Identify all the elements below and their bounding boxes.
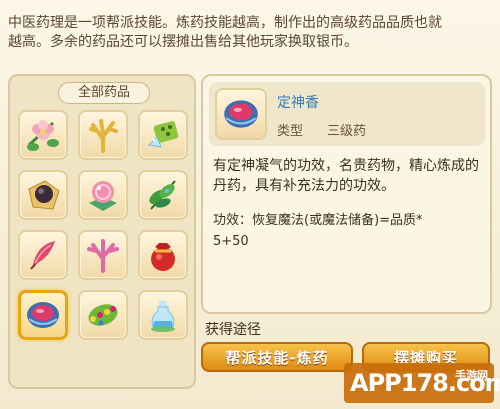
inventory-slot-2[interactable] [78, 110, 128, 160]
green-leaves-icon [149, 180, 176, 210]
inventory-slot-7[interactable] [18, 230, 68, 280]
intro-line-2: 越高。多余的药品还可以摆摊出售给其他玩家换取银币。 [8, 34, 358, 50]
item-effect: 功效：恢复魔法(或魔法储备)=品质* 5+50 [213, 210, 483, 252]
inventory-grid: 全部药品 [8, 74, 196, 389]
watermark-logo: APP178.com 手游网 [344, 363, 500, 403]
flower-icon [27, 120, 59, 151]
inventory-slot-12[interactable] [138, 290, 188, 340]
inventory-slot-5[interactable] [78, 170, 128, 220]
potion-bottle-icon [151, 301, 175, 332]
item-effect-line-2: 5+50 [213, 234, 249, 249]
inventory-slot-4[interactable] [18, 170, 68, 220]
inventory-slot-9[interactable] [138, 230, 188, 280]
incense-bowl-icon [224, 100, 258, 128]
item-type-value: 三级药 [327, 124, 367, 139]
inventory-slot-11[interactable] [78, 290, 128, 340]
pink-coral-icon [87, 239, 119, 273]
guild-skill-alchemy-button[interactable]: 帮派技能-炼药 [201, 342, 353, 372]
jade-box-icon [147, 121, 179, 148]
medicine-panel: 中医药理是一项帮派技能。炼药技能越高，制作出的高级药品品质也就 越高。多余的药品… [0, 0, 500, 409]
inventory-slot-1[interactable] [18, 110, 68, 160]
inventory-slot-3[interactable] [138, 110, 188, 160]
watermark-sub: 手游网 [455, 369, 488, 382]
inventory-slot-10[interactable] [18, 290, 68, 340]
red-pouch-icon [151, 243, 175, 271]
obtain-title: 获得途径 [205, 322, 261, 338]
item-detail-icon-frame [215, 88, 267, 140]
red-feather-icon [30, 241, 55, 270]
green-beads-icon [88, 304, 118, 326]
intro-line-1: 中医药理是一项帮派技能。炼药技能越高，制作出的高级药品品质也就 [8, 15, 442, 31]
intro-text: 中医药理是一项帮派技能。炼药技能越高，制作出的高级药品品质也就 越高。多余的药品… [8, 14, 492, 52]
item-type-label: 类型 [277, 124, 304, 139]
item-name: 定神香 [277, 95, 319, 111]
inventory-slot-8[interactable] [78, 230, 128, 280]
black-pill-icon [28, 180, 60, 210]
inventory-title: 全部药品 [58, 82, 150, 104]
item-detail-header: 定神香 类型 三级药 [209, 82, 485, 146]
item-detail-panel: 定神香 类型 三级药 有定神凝气的功效，名贵药物，精心炼成的丹药，具有补充法力的… [201, 74, 492, 314]
item-effect-line-1: 功效：恢复魔法(或魔法储备)=品质* [213, 213, 423, 228]
pink-sphere-icon [89, 181, 117, 211]
inventory-slot-6[interactable] [138, 170, 188, 220]
coral-yellow-icon [89, 119, 118, 153]
item-description: 有定神凝气的功效，名贵药物，精心炼成的丹药，具有补充法力的功效。 [213, 158, 479, 194]
incense-bowl-icon [27, 302, 59, 328]
